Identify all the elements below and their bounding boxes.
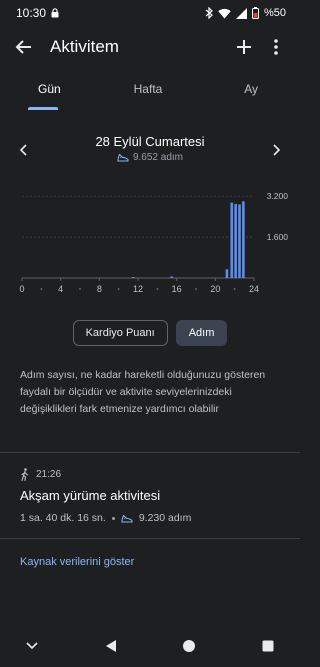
daily-steps-value: 9.652 adım [132, 152, 184, 163]
activity-title: Akşam yürüme aktivitesi [20, 488, 161, 503]
steps-bar [225, 269, 229, 278]
app-bar: Aktivitem [0, 26, 300, 68]
shoe-icon [117, 153, 129, 162]
steps-chart-svg: 1.600 3.200 0 4 8 12 16 20 24 [19, 191, 289, 294]
daily-steps-summary: 9.652 adım [0, 152, 300, 163]
activity-card[interactable]: 21:26 Akşam yürüme aktivitesi 1 sa. 40 d… [20, 468, 290, 524]
back-arrow-icon [15, 40, 31, 54]
steps-bar [238, 204, 241, 278]
steps-bar [234, 203, 237, 278]
activity-steps: 9.230 adım [138, 512, 192, 524]
x-minor-tick [79, 288, 81, 290]
recents-square-icon [262, 640, 274, 651]
y-tick-label: 3.200 [267, 191, 289, 201]
wifi-icon [218, 8, 231, 19]
bluetooth-icon [205, 7, 213, 19]
x-tick-label: 12 [133, 284, 143, 294]
page-title: Aktivitem [50, 37, 119, 56]
walking-icon [21, 468, 29, 481]
back-button[interactable] [12, 35, 36, 59]
back-triangle-icon [105, 639, 116, 652]
plus-icon [237, 40, 251, 54]
status-bar: 10:30 %50 [0, 0, 300, 26]
steps-bar [131, 276, 135, 278]
chevron-down-icon [26, 641, 38, 649]
battery-icon [251, 7, 259, 19]
x-minor-tick [117, 288, 120, 290]
nav-chevron-down-button[interactable] [20, 634, 44, 658]
add-activity-button[interactable] [232, 35, 256, 59]
tab-week[interactable]: Hafta [111, 74, 184, 110]
x-tick-label: 16 [172, 284, 182, 294]
nav-back-button[interactable] [99, 634, 123, 658]
chevron-right-icon [273, 144, 281, 156]
cardio-points-toggle[interactable]: Kardiyo Puanı [72, 320, 168, 346]
metric-toggle: Kardiyo Puanı Adım [0, 320, 300, 348]
date-navigator: 28 Eylül Cumartesi 9.652 adım [0, 130, 300, 170]
shoe-icon [121, 514, 133, 522]
home-circle-icon [183, 639, 196, 652]
activity-time-row: 21:26 [20, 468, 290, 481]
nav-recents-button[interactable] [256, 634, 280, 658]
divider [0, 452, 300, 453]
lock-icon [51, 8, 59, 18]
tab-month[interactable]: Ay [185, 74, 300, 110]
steps-toggle[interactable]: Adım [175, 320, 228, 346]
nav-home-button[interactable] [177, 634, 201, 658]
more-vert-icon [274, 39, 278, 55]
activity-duration: 1 sa. 40 dk. 16 sn. [20, 512, 106, 524]
status-time: 10:30 [16, 6, 47, 20]
status-left: 10:30 [16, 6, 59, 20]
x-tick-label: 20 [210, 284, 220, 294]
tab-day[interactable]: Gün [0, 74, 111, 110]
x-tick-label: 8 [97, 284, 102, 294]
x-tick-label: 4 [58, 284, 63, 294]
divider [0, 538, 300, 539]
period-tabs: Gün Hafta Ay [0, 74, 300, 110]
date-title: 28 Eylül Cumartesi [95, 134, 205, 149]
more-options-button[interactable] [264, 35, 288, 59]
status-right: %50 [205, 7, 286, 19]
x-minor-tick [156, 288, 159, 290]
system-nav-bar [0, 624, 300, 667]
next-day-button[interactable] [267, 138, 287, 162]
steps-bar [170, 276, 174, 278]
x-minor-tick [195, 288, 197, 290]
steps-bar [242, 201, 245, 278]
activity-meta: 1 sa. 40 dk. 16 sn. 9.230 adım [20, 512, 290, 524]
x-minor-tick [40, 288, 43, 290]
x-minor-tick [233, 288, 236, 290]
steps-description: Adım sayısı, ne kadar hareketli olduğunu… [20, 369, 266, 415]
battery-level: %50 [263, 7, 286, 19]
show-source-data-link[interactable]: Kaynak verilerini göster [20, 556, 134, 568]
x-tick-label: 24 [249, 284, 259, 294]
activity-time: 21:26 [36, 469, 62, 480]
steps-bar [230, 202, 234, 278]
y-tick-label: 1.600 [267, 232, 289, 242]
steps-chart: 1.600 3.200 0 4 8 12 16 20 24 [18, 182, 294, 302]
x-tick-label: 0 [19, 284, 24, 294]
separator-dot [111, 516, 115, 520]
signal-icon [235, 7, 247, 19]
